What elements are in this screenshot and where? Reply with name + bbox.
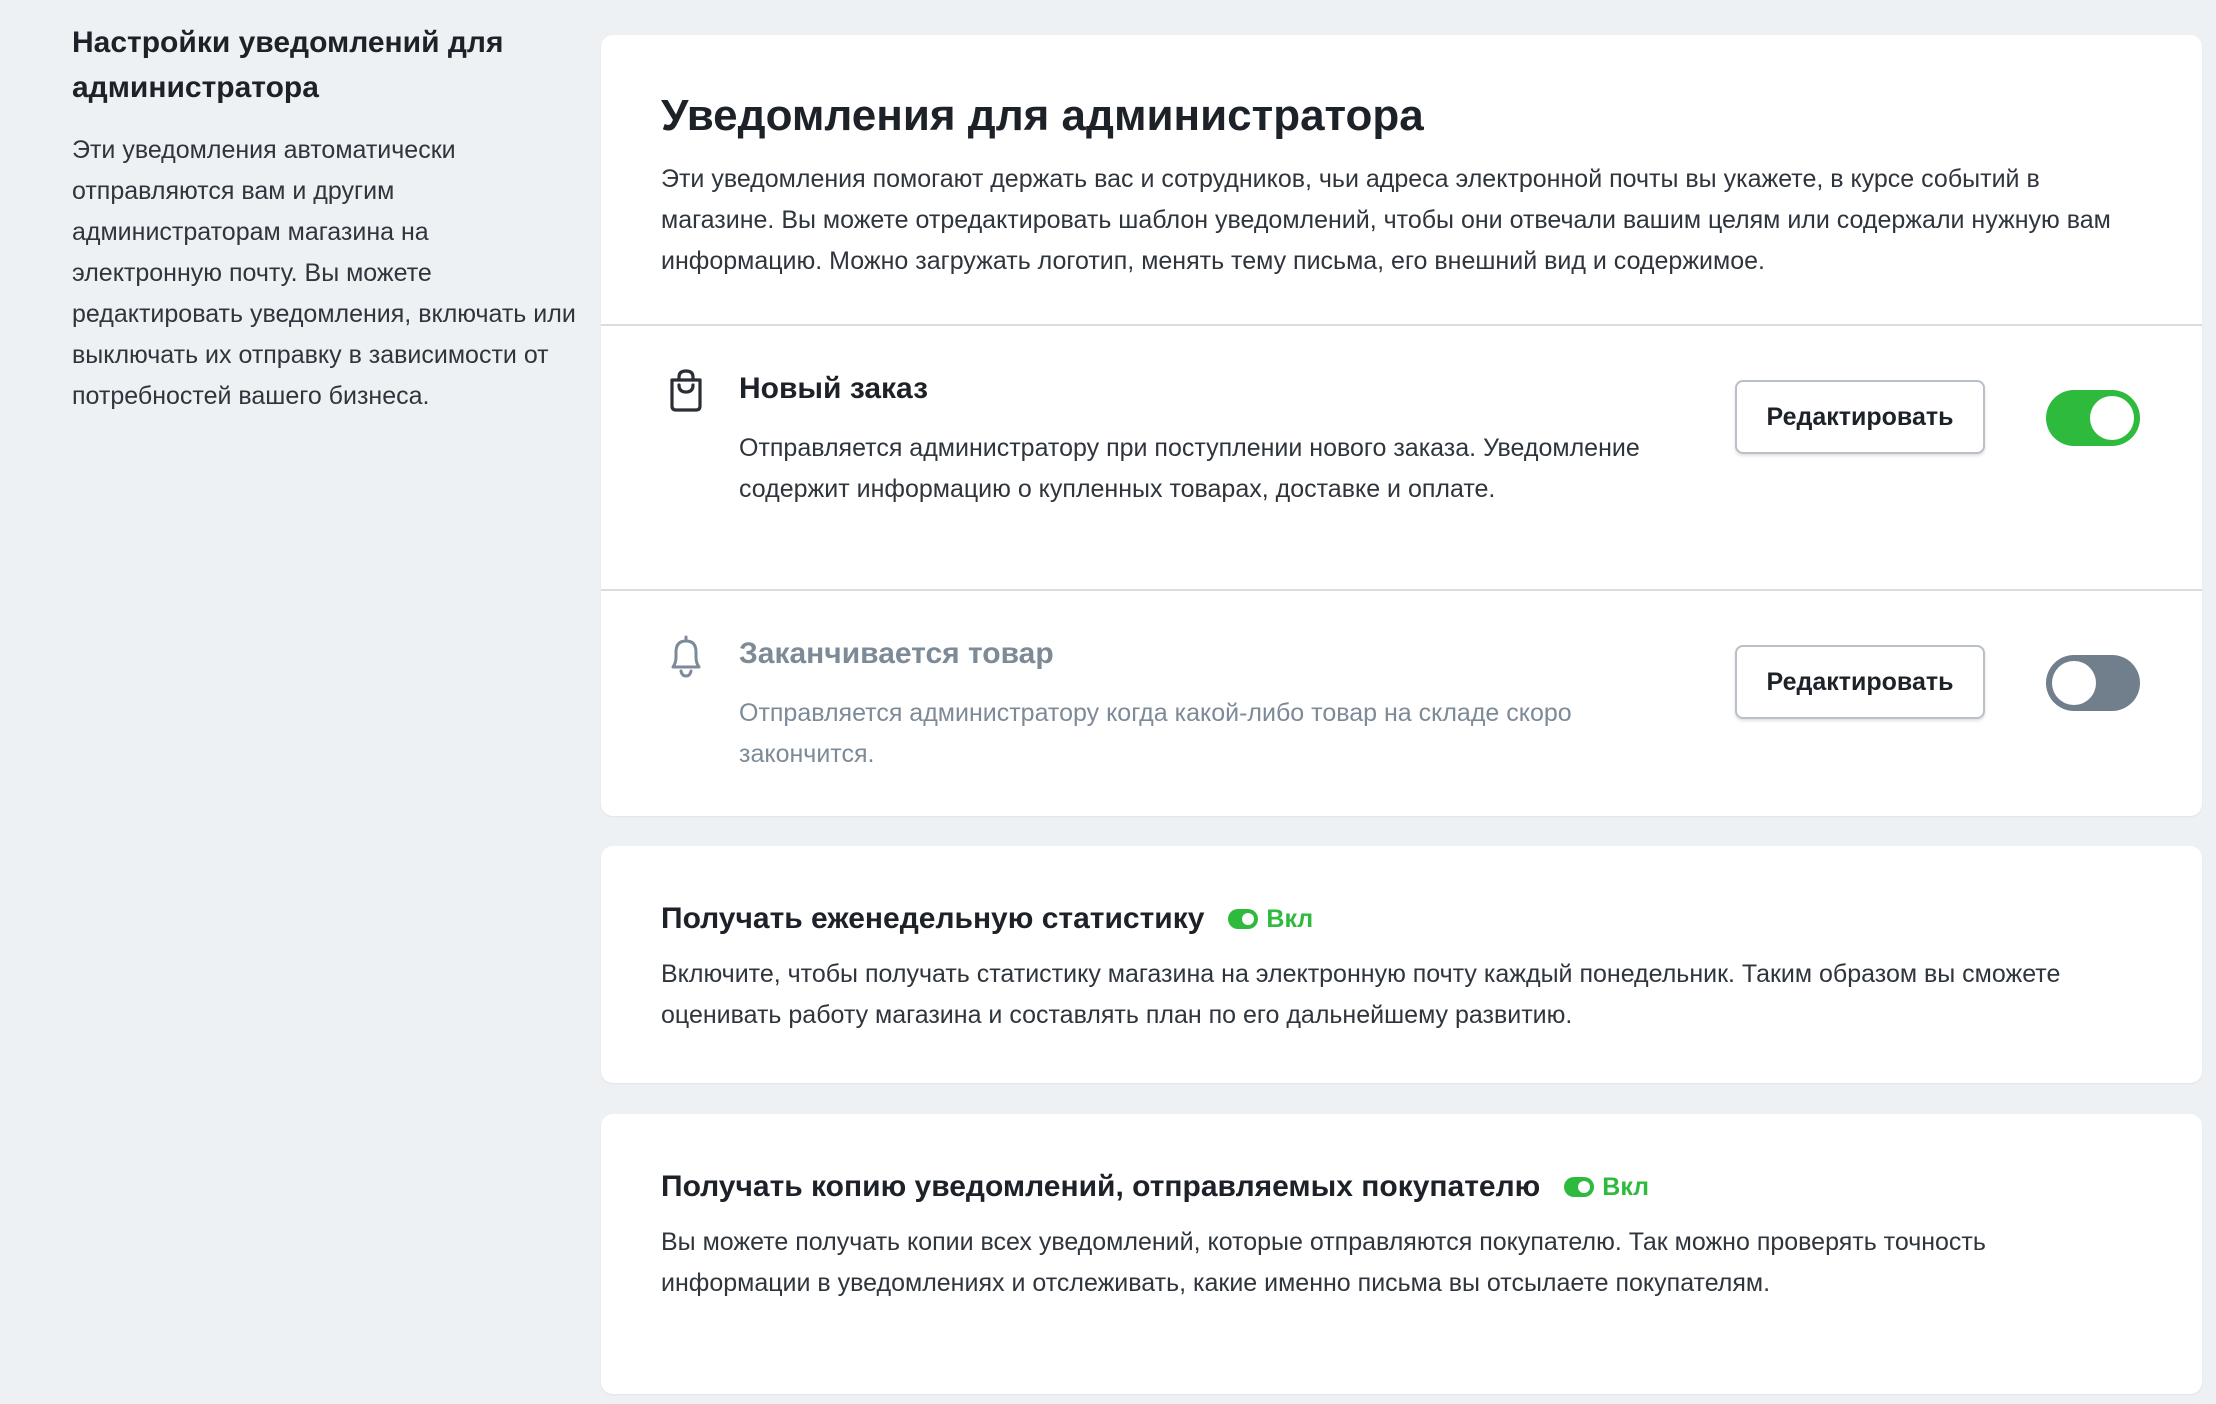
- card-header: Уведомления для администратора Эти уведо…: [601, 35, 2202, 326]
- bell-icon: [671, 635, 701, 678]
- customer-copy-title: Получать копию уведомлений, отправляемых…: [661, 1170, 1541, 1203]
- edit-low-stock-button[interactable]: Редактировать: [1735, 645, 1985, 719]
- sidebar: Настройки уведомлений для администратора…: [72, 20, 577, 417]
- notification-title: Заканчивается товар: [739, 637, 1054, 670]
- card-description: Эти уведомления помогают держать вас и с…: [661, 165, 2111, 275]
- notification-description: Отправляется администратору когда какой-…: [739, 699, 1572, 768]
- weekly-stats-title: Получать еженедельную статистику: [661, 902, 1205, 935]
- shopping-bag-icon: [670, 369, 702, 412]
- notification-description: Отправляется администратору при поступле…: [739, 434, 1640, 503]
- weekly-stats-status[interactable]: Вкл: [1228, 905, 1313, 934]
- customer-copy-card: Получать копию уведомлений, отправляемых…: [601, 1114, 2202, 1394]
- page-title: Уведомления для администратора: [661, 91, 1424, 140]
- notification-title: Новый заказ: [739, 372, 929, 405]
- notification-row-low-stock: Заканчивается товар Отправляется админис…: [601, 591, 2202, 814]
- weekly-stats-description: Включите, чтобы получать статистику мага…: [661, 960, 2061, 1029]
- new-order-toggle[interactable]: [2046, 390, 2140, 446]
- toggle-on-icon: [1564, 1177, 1595, 1197]
- toggle-knob: [2052, 661, 2096, 705]
- status-label: Вкл: [1602, 1172, 1650, 1201]
- sidebar-description: Эти уведомления автоматически отправляют…: [72, 136, 576, 410]
- sidebar-title: Настройки уведомлений для администратора: [72, 26, 504, 104]
- weekly-stats-card: Получать еженедельную статистику Вкл Вкл…: [601, 846, 2202, 1083]
- toggle-knob: [2090, 396, 2134, 440]
- toggle-on-icon: [1228, 909, 1259, 929]
- admin-notifications-card: Уведомления для администратора Эти уведо…: [601, 35, 2202, 816]
- customer-copy-status[interactable]: Вкл: [1564, 1173, 1649, 1202]
- low-stock-toggle[interactable]: [2046, 655, 2140, 711]
- customer-copy-description: Вы можете получать копии всех уведомлени…: [661, 1228, 1986, 1297]
- edit-new-order-button[interactable]: Редактировать: [1735, 380, 1985, 454]
- notification-row-new-order: Новый заказ Отправляется администратору …: [601, 326, 2202, 591]
- status-label: Вкл: [1266, 904, 1314, 933]
